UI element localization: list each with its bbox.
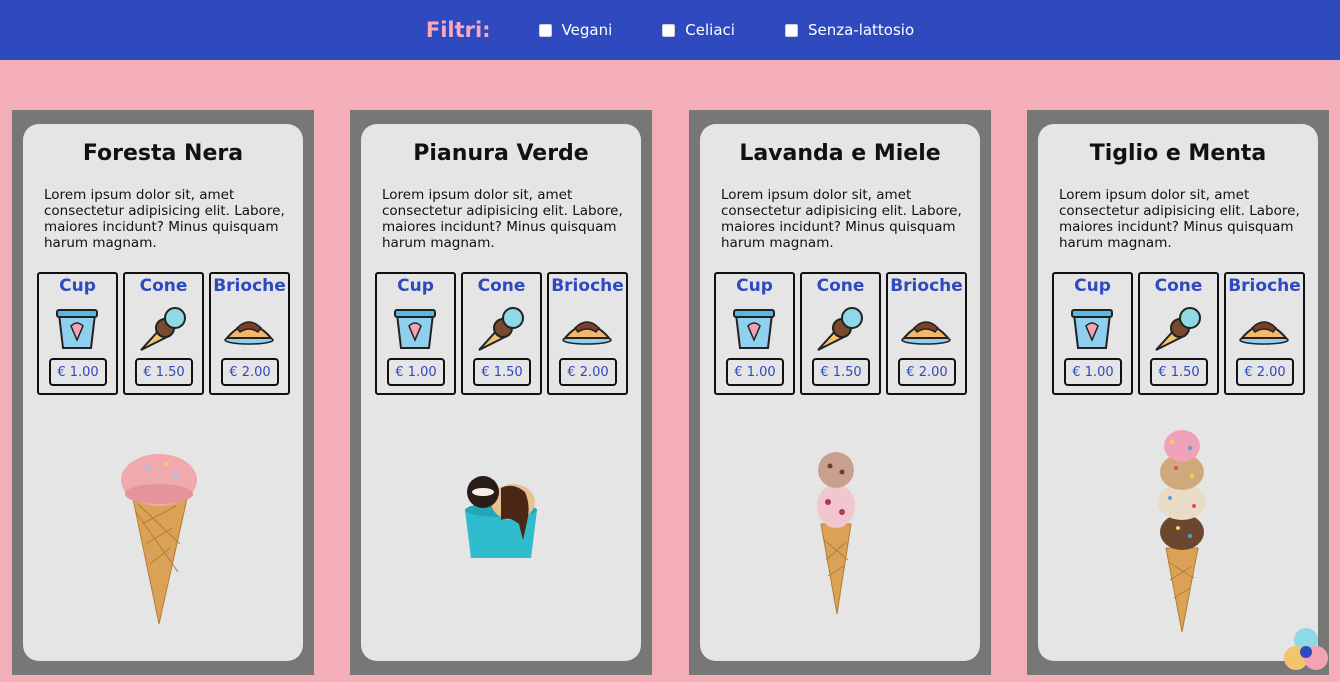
- ice-cream-cone-icon: [478, 307, 524, 351]
- filter-vegani[interactable]: Vegani: [538, 21, 613, 39]
- product-card-body: Pianura Verde Lorem ipsum dolor sit, ame…: [361, 124, 641, 661]
- product-card: Foresta Nera Lorem ipsum dolor sit, amet…: [12, 110, 314, 675]
- option-cup[interactable]: Cup € 1.00: [375, 272, 456, 395]
- option-price: € 1.00: [387, 358, 445, 386]
- product-card-body: Foresta Nera Lorem ipsum dolor sit, amet…: [23, 124, 303, 661]
- option-label: Cone: [816, 276, 865, 296]
- option-cone[interactable]: Cone € 1.50: [800, 272, 881, 395]
- product-title: Pianura Verde: [413, 141, 589, 166]
- ice-cream-cone-icon: [817, 307, 863, 351]
- product-description: Lorem ipsum dolor sit, amet consectetur …: [382, 187, 623, 251]
- option-label: Cone: [1154, 276, 1203, 296]
- option-label: Cup: [1074, 276, 1111, 296]
- ice-cream-cup-icon: [394, 309, 436, 349]
- product-description: Lorem ipsum dolor sit, amet consectetur …: [1059, 187, 1300, 251]
- option-price: € 2.00: [559, 358, 617, 386]
- product-title: Lavanda e Miele: [739, 141, 941, 166]
- filter-senza-lattosio[interactable]: Senza-lattosio: [784, 21, 915, 39]
- ice-cream-cup-icon: [1071, 309, 1113, 349]
- option-price: € 1.50: [812, 358, 870, 386]
- option-price: € 2.00: [1236, 358, 1294, 386]
- option-cone[interactable]: Cone € 1.50: [123, 272, 204, 395]
- product-card-body: Tiglio e Menta Lorem ipsum dolor sit, am…: [1038, 124, 1318, 661]
- filter-celiaci-label: Celiaci: [685, 21, 735, 39]
- filter-senza-lattosio-checkbox[interactable]: [784, 23, 798, 37]
- option-price: € 1.50: [473, 358, 531, 386]
- option-price: € 2.00: [898, 358, 956, 386]
- product-description: Lorem ipsum dolor sit, amet consectetur …: [721, 187, 962, 251]
- option-label: Cone: [477, 276, 526, 296]
- brioche-icon: [901, 321, 951, 345]
- product-title: Tiglio e Menta: [1089, 141, 1267, 166]
- option-price: € 1.00: [49, 358, 107, 386]
- sprinkles-tower-cone-image: [1158, 430, 1206, 633]
- brioche-icon: [562, 321, 612, 345]
- filter-bar: Filtri: Vegani Celiaci Senza-lattosio: [0, 0, 1340, 60]
- filter-vegani-checkbox[interactable]: [538, 23, 552, 37]
- option-brioche[interactable]: Brioche € 2.00: [547, 272, 628, 395]
- filter-vegani-label: Vegani: [561, 21, 613, 39]
- two-scoop-cone-image: [817, 452, 855, 615]
- option-price: € 2.00: [221, 358, 279, 386]
- option-price: € 1.00: [726, 358, 784, 386]
- option-brioche[interactable]: Brioche € 2.00: [209, 272, 290, 395]
- option-price: € 1.50: [1150, 358, 1208, 386]
- product-card: Tiglio e Menta Lorem ipsum dolor sit, am…: [1027, 110, 1329, 675]
- product-card-body: Lavanda e Miele Lorem ipsum dolor sit, a…: [700, 124, 980, 661]
- option-label: Brioche: [890, 276, 963, 296]
- filter-senza-lattosio-label: Senza-lattosio: [807, 21, 915, 39]
- ice-cream-cone-icon: [1155, 307, 1201, 351]
- option-label: Brioche: [213, 276, 286, 296]
- ice-cream-cup-icon: [56, 309, 98, 349]
- product-title: Foresta Nera: [82, 141, 244, 166]
- brioche-icon: [1239, 321, 1289, 345]
- option-cup[interactable]: Cup € 1.00: [1052, 272, 1133, 395]
- option-brioche[interactable]: Brioche € 2.00: [1224, 272, 1305, 395]
- filter-title: Filtri:: [425, 18, 491, 42]
- filter-celiaci[interactable]: Celiaci: [662, 21, 735, 39]
- option-label: Cup: [59, 276, 96, 296]
- pink-gelato-cone-image: [121, 454, 197, 625]
- product-description: Lorem ipsum dolor sit, amet consectetur …: [44, 187, 285, 251]
- product-card: Pianura Verde Lorem ipsum dolor sit, ame…: [350, 110, 652, 675]
- ice-cream-cup-icon: [733, 309, 775, 349]
- option-label: Cup: [736, 276, 773, 296]
- option-cone[interactable]: Cone € 1.50: [1138, 272, 1219, 395]
- brioche-icon: [224, 321, 274, 345]
- option-label: Cone: [139, 276, 188, 296]
- option-label: Cup: [397, 276, 434, 296]
- cookie-gelato-cup-image: [465, 476, 537, 558]
- product-grid: Foresta Nera Lorem ipsum dolor sit, amet…: [12, 110, 1340, 682]
- option-cone[interactable]: Cone € 1.50: [461, 272, 542, 395]
- ice-cream-cone-icon: [140, 307, 186, 351]
- option-label: Brioche: [1228, 276, 1301, 296]
- option-price: € 1.50: [135, 358, 193, 386]
- floating-assistant-icon[interactable]: [1282, 624, 1332, 674]
- option-brioche[interactable]: Brioche € 2.00: [886, 272, 967, 395]
- filter-celiaci-checkbox[interactable]: [662, 23, 676, 37]
- option-cup[interactable]: Cup € 1.00: [714, 272, 795, 395]
- product-card: Lavanda e Miele Lorem ipsum dolor sit, a…: [689, 110, 991, 675]
- option-price: € 1.00: [1064, 358, 1122, 386]
- option-cup[interactable]: Cup € 1.00: [37, 272, 118, 395]
- option-label: Brioche: [551, 276, 624, 296]
